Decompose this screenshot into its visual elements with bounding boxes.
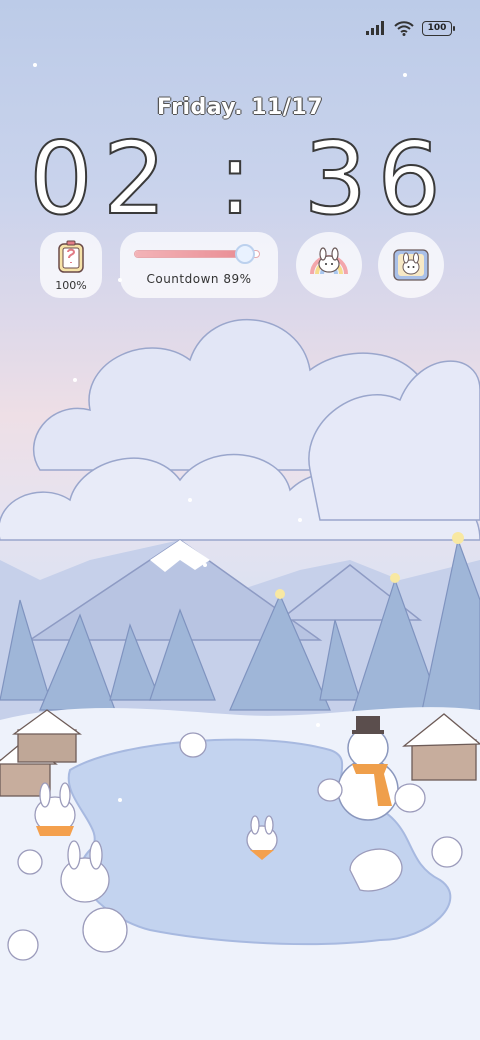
bunny-photo-widget[interactable] [378, 232, 444, 298]
countdown-progress-knob [235, 244, 256, 264]
bunny-rainbow-icon [310, 247, 348, 275]
countdown-label: Countdown 89% [146, 272, 252, 286]
countdown-progress-fill [135, 251, 246, 257]
phone-battery-icon [58, 240, 84, 273]
bunny-photo-icon [393, 249, 429, 281]
countdown-progress-bar [134, 244, 260, 264]
rainbow-bunny-widget[interactable] [296, 232, 362, 298]
lockscreen-date: Friday. 11/17 [156, 95, 324, 120]
battery-level: 100 [427, 23, 447, 33]
battery-widget[interactable]: 100% [40, 232, 102, 298]
battery-indicator: 100 [422, 20, 455, 36]
countdown-widget[interactable]: Countdown 89% [120, 232, 278, 298]
lockscreen-time: 02 : 36 [28, 119, 451, 238]
battery-widget-label: 100% [55, 279, 87, 292]
signal-icon [366, 21, 384, 35]
wifi-icon [394, 20, 414, 36]
status-bar: 100 [366, 18, 455, 38]
